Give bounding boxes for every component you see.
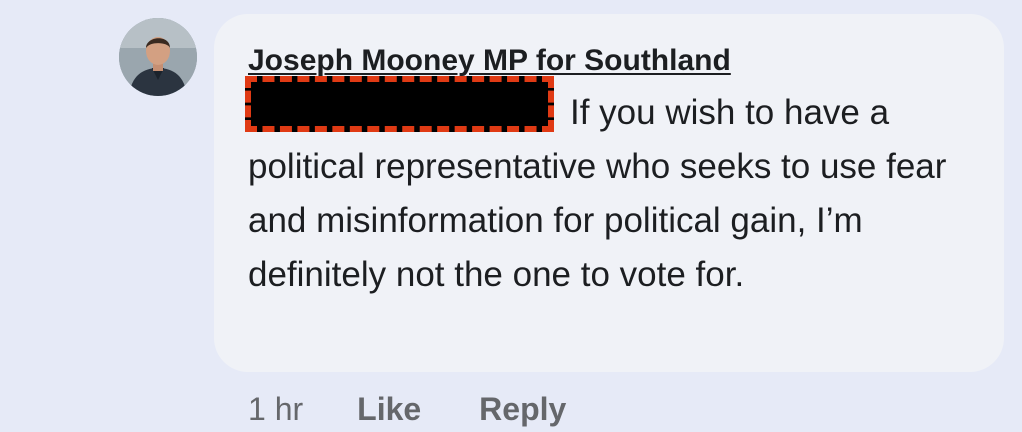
comment-timestamp[interactable]: 1 hr (248, 391, 303, 428)
profile-photo-icon[interactable] (119, 18, 197, 96)
like-button[interactable]: Like (357, 391, 421, 428)
comment-author-link[interactable]: Joseph Mooney MP for Southland (248, 43, 731, 79)
redaction-box (245, 76, 554, 132)
comment-meta: 1 hr Like Reply (248, 388, 566, 430)
reply-button[interactable]: Reply (479, 391, 566, 428)
